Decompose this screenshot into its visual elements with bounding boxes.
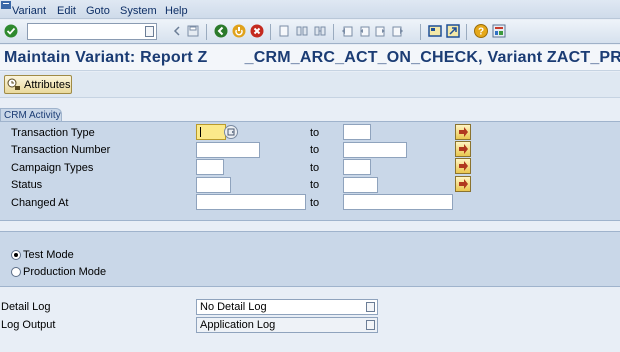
to-label: to	[310, 179, 320, 191]
campaign-types-label: Campaign Types	[11, 162, 94, 174]
standard-toolbar: ?	[0, 20, 620, 44]
command-dropdown-icon[interactable]	[145, 26, 154, 37]
toolbar-separator	[206, 24, 207, 40]
toolbar-separator	[420, 24, 421, 40]
status-multiple-selection-button[interactable]	[455, 176, 471, 192]
toolbar-separator	[333, 24, 334, 40]
transaction-number-from-field[interactable]	[196, 142, 260, 158]
multiple-selection-icon	[459, 144, 468, 154]
create-session-icon[interactable]	[428, 24, 442, 38]
print-icon[interactable]	[277, 24, 291, 38]
find-next-icon[interactable]	[313, 24, 327, 38]
menu-goto[interactable]: Goto	[86, 5, 110, 17]
shortcut-icon[interactable]	[446, 24, 460, 38]
first-page-icon[interactable]	[340, 24, 354, 38]
text-cursor	[200, 127, 201, 137]
transaction-number-label: Transaction Number	[11, 144, 111, 156]
back-arrow-icon[interactable]	[170, 24, 184, 38]
help-icon[interactable]: ?	[474, 24, 488, 38]
detail-log-label: Detail Log	[1, 301, 51, 313]
menu-variant[interactable]: Variant	[12, 5, 46, 17]
campaign-types-multiple-selection-button[interactable]	[455, 158, 471, 174]
status-to-field[interactable]	[343, 177, 378, 193]
transaction-number-multiple-selection-button[interactable]	[455, 141, 471, 157]
menu-edit[interactable]: Edit	[57, 5, 76, 17]
production-mode-label: Production Mode	[23, 266, 107, 278]
to-label: to	[310, 197, 320, 209]
save-icon[interactable]	[186, 24, 200, 38]
multiple-selection-icon	[459, 179, 468, 189]
changed-at-to-field[interactable]	[343, 194, 453, 210]
toolbar-separator	[466, 24, 467, 40]
find-icon[interactable]	[295, 24, 309, 38]
to-label: to	[310, 144, 320, 156]
log-output-value: Application Log	[200, 319, 276, 331]
command-input[interactable]	[28, 24, 136, 39]
transaction-type-to-field[interactable]	[343, 124, 371, 140]
transaction-number-to-field[interactable]	[343, 142, 407, 158]
next-page-icon[interactable]	[374, 24, 388, 38]
transaction-type-multiple-selection-button[interactable]	[455, 124, 471, 140]
transaction-type-label: Transaction Type	[11, 127, 95, 139]
previous-page-icon[interactable]	[357, 24, 371, 38]
menu-help[interactable]: Help	[165, 5, 188, 17]
attributes-icon	[7, 78, 20, 90]
attributes-label: Attributes	[24, 78, 71, 91]
group-title: CRM Activity	[4, 110, 61, 121]
mode-group	[0, 231, 620, 287]
campaign-types-to-field[interactable]	[343, 159, 371, 175]
test-mode-label: Test Mode	[23, 249, 74, 261]
back-icon[interactable]	[214, 24, 228, 38]
value-help-icon[interactable]	[224, 125, 238, 139]
toolbar-separator	[270, 24, 271, 40]
menu-system[interactable]: System	[120, 5, 157, 17]
value-help-glyph	[227, 128, 235, 136]
log-output-dropdown[interactable]: Application Log	[196, 317, 378, 333]
multiple-selection-icon	[459, 161, 468, 171]
system-menu-icon[interactable]	[1, 1, 11, 9]
test-mode-radio[interactable]	[11, 250, 21, 260]
log-output-label: Log Output	[1, 319, 56, 331]
detail-log-value: No Detail Log	[200, 301, 267, 313]
to-label: to	[310, 162, 320, 174]
status-from-field[interactable]	[196, 177, 231, 193]
svg-text:?: ?	[478, 27, 484, 38]
title-bar: Maintain Variant: Report Z _CRM_ARC_ACT_…	[0, 45, 620, 71]
exit-icon[interactable]	[232, 24, 246, 38]
last-page-icon[interactable]	[391, 24, 405, 38]
page-title: Maintain Variant: Report Z _CRM_ARC_ACT_…	[4, 49, 620, 66]
to-label: to	[310, 127, 320, 139]
command-field[interactable]	[27, 23, 157, 40]
changed-at-label: Changed At	[11, 197, 69, 209]
enter-icon[interactable]	[4, 24, 18, 38]
crm-activity-group-tab: CRM Activity	[0, 108, 62, 122]
application-toolbar: Attributes	[0, 72, 620, 98]
dropdown-arrow-icon[interactable]	[366, 302, 375, 312]
production-mode-radio[interactable]	[11, 267, 21, 277]
campaign-types-from-field[interactable]	[196, 159, 224, 175]
status-label: Status	[11, 179, 43, 191]
menu-bar: Variant Edit Goto System Help	[0, 0, 620, 19]
layout-icon[interactable]	[492, 24, 506, 38]
transaction-type-from-field[interactable]	[196, 124, 226, 140]
cancel-icon[interactable]	[250, 24, 264, 38]
detail-log-dropdown[interactable]: No Detail Log	[196, 299, 378, 315]
multiple-selection-icon	[459, 127, 468, 137]
dropdown-arrow-icon[interactable]	[366, 320, 375, 330]
attributes-button[interactable]: Attributes	[4, 75, 72, 94]
changed-at-from-field[interactable]	[196, 194, 306, 210]
